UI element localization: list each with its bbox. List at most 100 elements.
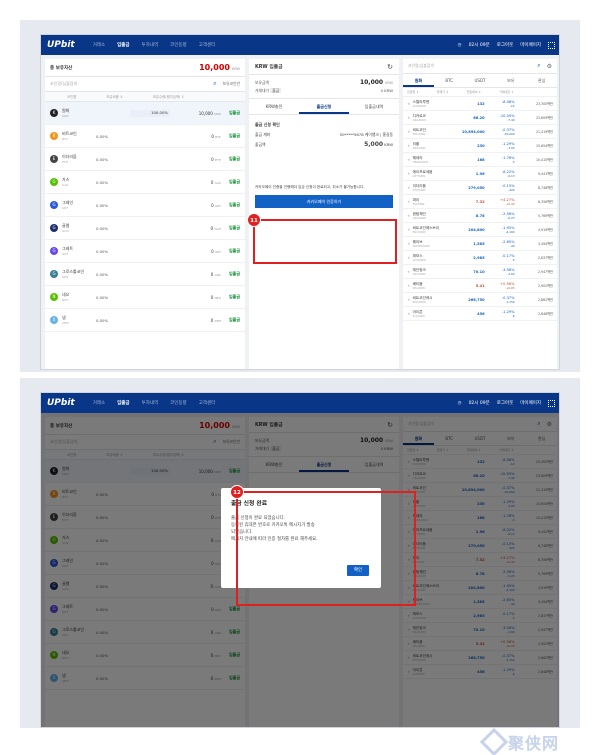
- market-search-input[interactable]: 코인명/심볼검색: [408, 63, 434, 69]
- deposit-withdraw-button[interactable]: 입출금: [229, 133, 240, 139]
- col-coin[interactable]: 코인명: [67, 94, 76, 99]
- star-icon[interactable]: ★: [407, 241, 411, 246]
- market-row[interactable]: ★비트코인캐시BCH/KRW 266,750 -0.37%-1,150 2,862백만: [403, 293, 557, 307]
- market-volume: 23,609백만: [535, 116, 553, 120]
- star-icon[interactable]: ★: [407, 311, 411, 316]
- col-price[interactable]: 현재가 ↕: [437, 90, 449, 94]
- market-row[interactable]: ★체인링크TRX/KRW 70.10 -3.58%-2.60 2,947백만: [403, 265, 557, 279]
- nav-item-deposit-withdraw[interactable]: 입출금: [117, 400, 129, 406]
- market-row[interactable]: ★디카르코DKA/KRW 66.20 -10.05%-7.40 23,609백만: [403, 111, 557, 125]
- nav-item-trends[interactable]: 코인동향: [170, 42, 187, 48]
- coin-row[interactable]: G 그로스톨코인GRS 0.00% 0 GRS 입출금: [45, 263, 245, 286]
- coin-row[interactable]: G 그레트GRT 0.00% 0 GRT 입출금: [45, 240, 245, 263]
- market-volume: 2,862백만: [538, 298, 553, 302]
- star-icon[interactable]: ★: [407, 185, 411, 190]
- market-row[interactable]: ★파이PIA/KRW 7.32 +4.27%+0.30 8,356백만: [403, 195, 557, 209]
- upbit-logo[interactable]: UPbit: [47, 398, 75, 408]
- market-row[interactable]: ★어이콘ICX/KRW 456 -1.29%-6 2,848백만: [403, 307, 557, 321]
- coin-row[interactable]: K 원화KRW 100.00% 10,000 KRW 입출금: [45, 102, 245, 125]
- nav-item-exchange[interactable]: 거래소: [93, 42, 105, 48]
- tab-favorites[interactable]: 관심: [526, 74, 557, 87]
- deposit-withdraw-button[interactable]: 입출금: [229, 271, 240, 277]
- deposit-withdraw-button[interactable]: 입출금: [229, 225, 240, 231]
- market-row[interactable]: ★비트코인에스브이BSV/KRW 204,800 -1.95%-4,100 4,919…: [403, 223, 557, 237]
- deposit-withdraw-button[interactable]: 입출금: [229, 294, 240, 300]
- search-icon[interactable]: ⌕: [537, 62, 540, 70]
- market-row[interactable]: ★퍼보스COS/KRW 2,985 -0.17%-5 2,837백만: [403, 251, 557, 265]
- star-icon[interactable]: ★: [407, 101, 411, 106]
- menu-grid-icon[interactable]: [548, 399, 555, 407]
- owned-only-toggle[interactable]: 보유코인만: [223, 81, 240, 87]
- market-row[interactable]: ★이더리움ETH/KRW 279,050 -0.15%-420 8,748백만: [403, 181, 557, 195]
- deposit-withdraw-button[interactable]: 입출금: [229, 202, 240, 208]
- market-row[interactable]: ★에이프로세움APT/KRW 1.96 -6.22%-0.13 9,441백만: [403, 167, 557, 181]
- star-icon[interactable]: ★: [407, 213, 411, 218]
- col-name[interactable]: 한글명 ↕: [407, 90, 419, 94]
- assets-search-input[interactable]: 코인명/심볼검색: [50, 81, 77, 87]
- col-amount[interactable]: 보유수량(평가금액) ↕: [153, 94, 185, 99]
- tab-btc-market[interactable]: BTC: [434, 74, 465, 87]
- refresh-icon[interactable]: ↻: [387, 63, 393, 71]
- col-change[interactable]: 전일대비 ↕: [467, 90, 482, 94]
- market-row[interactable]: ★퀀텀체인QKC/KRW 8.78 -2.56%-0.23 5,769백만: [403, 209, 557, 223]
- star-icon[interactable]: ★: [407, 157, 411, 162]
- market-change: -1.29%-6: [501, 309, 515, 318]
- menu-grid-icon[interactable]: [548, 41, 555, 49]
- coin-row[interactable]: G 골렘GLM 0.00% 0 GLM 입출금: [45, 217, 245, 240]
- gear-icon[interactable]: ⚙: [547, 63, 552, 70]
- deposit-withdraw-button[interactable]: 입출금: [229, 248, 240, 254]
- col-volume[interactable]: 거래대금 ↕: [499, 90, 514, 94]
- kakao-notice: 카카오페이 인증을 진행해야 입금 신청이 완료되고, 취소가 불가능합니다.: [255, 185, 365, 189]
- coin-row[interactable]: G 그레인GRT 0.00% 0 GRT 입출금: [45, 194, 245, 217]
- market-row[interactable]: ★쎄티움SEL/KRW 5.41 +0.56%+0.03 2,902백만: [403, 279, 557, 293]
- star-icon[interactable]: ★: [407, 283, 411, 288]
- nav-item-support[interactable]: 고객센터: [199, 400, 216, 406]
- deposit-withdraw-button[interactable]: 입출금: [229, 110, 240, 116]
- market-row[interactable]: ★헤데라HBAR/KRW 168 -1.76%-3 10,415백만: [403, 153, 557, 167]
- mypage-link[interactable]: 마이페이지: [520, 400, 541, 406]
- coin-row[interactable]: N 네오NEO 0.00% 0 NEO 입출금: [45, 286, 245, 309]
- nav-item-history[interactable]: 투자내역: [142, 400, 159, 406]
- market-row[interactable]: ★웨이브WAVES/KRW 1,585 -2.65%-40 3,494백만: [403, 237, 557, 251]
- star-icon[interactable]: ★: [407, 255, 411, 260]
- nav-item-support[interactable]: 고객센터: [199, 42, 216, 48]
- star-icon[interactable]: ★: [407, 297, 411, 302]
- market-row[interactable]: ★비트코인BTC/KRW 10,894,000 -0.37%-40,000 21,41…: [403, 125, 557, 139]
- assets-search[interactable]: 코인명/심볼검색 ⌕ 보유코인만: [45, 77, 245, 92]
- nav-item-history[interactable]: 투자내역: [142, 42, 159, 48]
- tab-history[interactable]: 입출금내역: [349, 99, 399, 114]
- star-icon[interactable]: ★: [407, 115, 411, 120]
- search-icon[interactable]: ⌕: [213, 80, 216, 88]
- deposit-withdraw-button[interactable]: 입출금: [229, 156, 240, 162]
- tab-krw-market[interactable]: 원화: [403, 74, 434, 87]
- nav-item-trends[interactable]: 코인동향: [170, 400, 187, 406]
- tab-usdt-market[interactable]: USDT: [465, 74, 496, 87]
- deposit-withdraw-button[interactable]: 입출금: [229, 179, 240, 185]
- logout-link[interactable]: 로그아웃: [497, 42, 514, 48]
- nav-item-deposit-withdraw[interactable]: 입출금: [117, 42, 129, 48]
- market-name: 어이콘ICX/KRW: [412, 309, 425, 318]
- deposit-withdraw-button[interactable]: 입출금: [229, 317, 240, 323]
- star-icon[interactable]: ★: [407, 227, 411, 232]
- star-icon[interactable]: ★: [407, 171, 411, 176]
- logout-link[interactable]: 로그아웃: [497, 400, 514, 406]
- tab-krw-charge[interactable]: KRW충전: [249, 99, 299, 114]
- coin-row[interactable]: E 이더리움ETH 0.00% 0 ETH 입출금: [45, 148, 245, 171]
- market-row[interactable]: ★스텔라루멘XLM/KRW 132 -8.06%-12 23,300백만: [403, 97, 557, 111]
- mypage-link[interactable]: 마이페이지: [520, 42, 541, 48]
- market-row[interactable]: ★리플XRP/KRW 230 -1.29%-3.00 15,654백만: [403, 139, 557, 153]
- star-icon[interactable]: ★: [407, 269, 411, 274]
- star-icon[interactable]: ★: [407, 199, 411, 204]
- star-icon[interactable]: ★: [407, 143, 411, 148]
- coin-row[interactable]: X 넴XEM 0.00% 0 XEM 입출금: [45, 309, 245, 332]
- upbit-logo[interactable]: UPbit: [47, 40, 75, 50]
- coin-row[interactable]: G 가스GAS 0.00% 0 GAS 입출금: [45, 171, 245, 194]
- market-search[interactable]: 코인명/심볼검색 ⌕ ⚙: [403, 59, 557, 74]
- coin-row[interactable]: B 비트코인BTC 0.00% 0 BTC 입출금: [45, 125, 245, 148]
- tab-owned[interactable]: 보유: [495, 74, 526, 87]
- col-share[interactable]: 보유비중 ↕: [106, 94, 122, 99]
- star-icon[interactable]: ★: [407, 129, 411, 134]
- nav-item-exchange[interactable]: 거래소: [93, 400, 105, 406]
- kakao-auth-button[interactable]: 카카오페이 인증하기: [255, 195, 393, 208]
- tab-withdraw-request[interactable]: 출금신청: [299, 99, 349, 114]
